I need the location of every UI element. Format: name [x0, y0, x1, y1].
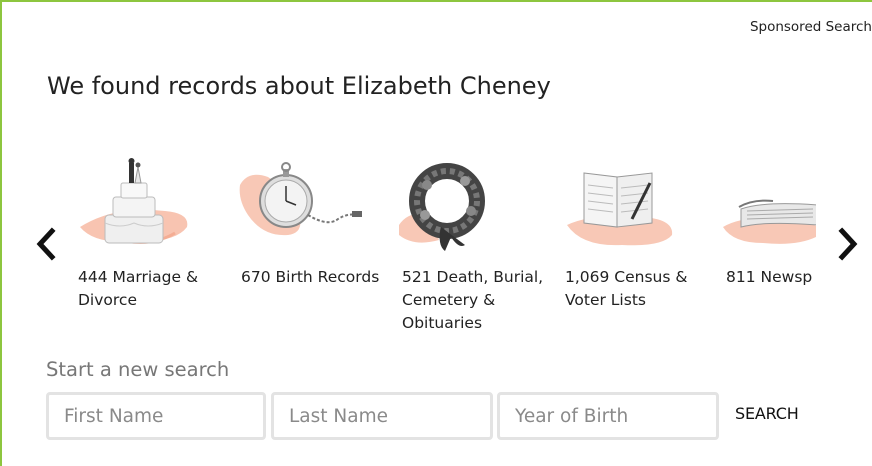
record-label: 444 Marriage & Divorce — [78, 268, 199, 309]
record-marriage-divorce[interactable]: 444 Marriage & Divorce — [75, 150, 235, 340]
last-name-input[interactable] — [271, 392, 493, 440]
new-search-heading: Start a new search — [46, 358, 230, 381]
funeral-wreath-icon — [399, 163, 485, 251]
record-label: 521 Death, Burial, Cemetery & Obituaries — [402, 268, 544, 332]
record-census-voter[interactable]: 1,069 Census & Voter Lists — [562, 150, 722, 340]
chevron-right-icon — [838, 227, 858, 261]
sponsored-label: Sponsored Search — [749, 19, 872, 35]
record-birth[interactable]: 670 Birth Records — [238, 150, 398, 340]
pocket-watch-icon — [239, 162, 362, 236]
record-newspaper[interactable]: 811 Newsp — [723, 150, 816, 340]
chevron-left-icon — [36, 227, 56, 261]
carousel-next-button[interactable] — [832, 224, 862, 264]
record-carousel: 444 Marriage & Divorce 670 Birth Records — [75, 150, 816, 340]
newspaper-icon — [723, 199, 816, 244]
census-ledger-icon — [567, 172, 673, 246]
year-of-birth-input[interactable] — [497, 392, 719, 440]
record-label: 670 Birth Records — [241, 268, 380, 286]
carousel-prev-button[interactable] — [32, 224, 62, 264]
search-button[interactable]: SEARCH — [735, 404, 799, 423]
record-label: 811 Newsp — [726, 268, 813, 286]
page-title: We found records about Elizabeth Cheney — [47, 72, 551, 100]
record-death-burial[interactable]: 521 Death, Burial, Cemetery & Obituaries — [399, 150, 559, 340]
record-label: 1,069 Census & Voter Lists — [565, 268, 688, 309]
wedding-cake-icon — [80, 158, 188, 245]
first-name-input[interactable] — [46, 392, 266, 440]
